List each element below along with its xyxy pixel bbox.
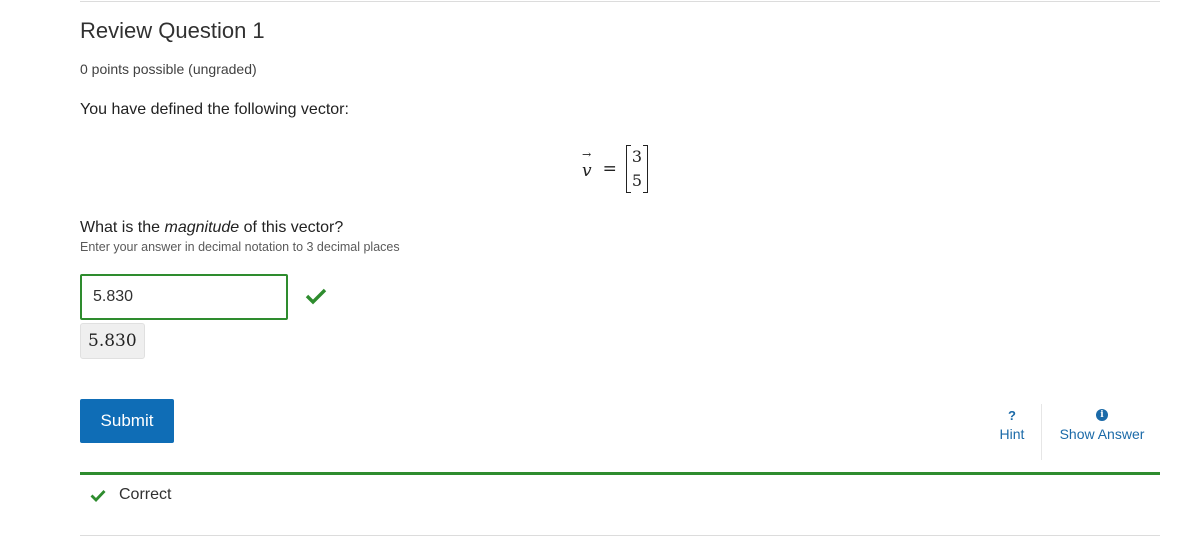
bottom-divider: [80, 535, 1160, 536]
info-icon-wrapper: i: [1096, 404, 1108, 426]
hint-button[interactable]: ? Hint: [984, 404, 1040, 460]
vector-arrow-icon: →: [582, 148, 592, 161]
vector-variable-name: v: [582, 161, 592, 181]
feedback-divider: [80, 472, 1160, 475]
math-preview: 5.830: [80, 323, 145, 359]
question-text-before: What is the: [80, 219, 165, 236]
feedback-check-icon: [90, 489, 106, 502]
feedback-label: Correct: [119, 486, 172, 503]
show-answer-label: Show Answer: [1059, 426, 1145, 442]
vector-entry-2: 5: [631, 171, 643, 190]
top-divider: [80, 1, 1160, 2]
points-label: 0 points possible (ungraded): [80, 61, 257, 77]
info-icon: i: [1096, 409, 1108, 421]
answer-input[interactable]: [80, 274, 288, 320]
submit-button[interactable]: Submit: [80, 399, 174, 443]
question-mark-icon: ?: [1008, 407, 1016, 423]
problem-title: Review Question 1: [80, 18, 265, 43]
vector-equation: → v = 3 5: [582, 144, 649, 194]
question-text-after: of this vector?: [239, 219, 344, 236]
question-text: What is the magnitude of this vector?: [80, 219, 343, 237]
hint-label: Hint: [999, 426, 1025, 442]
vector-entry-1: 3: [631, 147, 643, 166]
correct-check-icon: [305, 288, 327, 305]
vector-matrix: 3 5: [625, 145, 649, 193]
feedback-status: Correct: [90, 486, 171, 504]
vector-variable: → v: [582, 148, 592, 181]
equals-sign: =: [602, 159, 617, 179]
problem-prompt: You have defined the following vector:: [80, 101, 349, 118]
answer-instruction: Enter your answer in decimal notation to…: [80, 240, 400, 254]
show-answer-button[interactable]: i Show Answer: [1041, 404, 1162, 460]
question-emphasis: magnitude: [164, 219, 240, 236]
